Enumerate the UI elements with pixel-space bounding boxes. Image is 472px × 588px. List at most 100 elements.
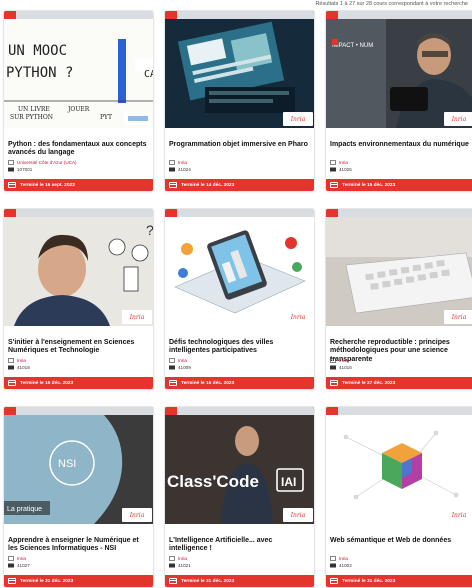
card-top-strip xyxy=(4,11,153,19)
results-count: Résultats 1 à 27 sur 28 cours correspond… xyxy=(315,1,468,7)
course-title: Impacts environnementaux du numérique xyxy=(330,141,469,148)
course-status: Terminé le 31 déc. 2023 xyxy=(4,575,153,587)
calendar-icon xyxy=(169,182,177,188)
image-text: SUR PYTHON xyxy=(10,114,53,121)
image-text: CA xyxy=(144,69,154,80)
course-card[interactable]: Inria Web sémantique et Web de données I… xyxy=(325,406,472,588)
course-code: 41024 xyxy=(178,167,191,172)
image-text: PYT xyxy=(100,114,112,121)
course-status: Terminé le 15 déc. 2023 xyxy=(4,377,153,389)
course-meta: Inria 41024 xyxy=(169,159,310,173)
course-image: ? Inria xyxy=(4,209,154,326)
image-text: JOUER xyxy=(67,106,90,113)
calendar-icon xyxy=(8,380,16,386)
course-code: 107001 xyxy=(17,167,33,172)
course-status-label: Terminé le 15 déc. 2023 xyxy=(181,380,235,386)
course-image: NSI La pratique Inria xyxy=(4,407,153,524)
card-top-strip xyxy=(326,11,472,19)
course-image: Inria xyxy=(165,209,314,326)
course-code: 41025 xyxy=(339,167,352,172)
course-code: 41002 xyxy=(339,563,352,568)
institution-icon xyxy=(8,160,14,165)
course-status-label: Terminé le 27 déc. 2023 xyxy=(342,380,396,386)
card-top-strip xyxy=(4,209,153,217)
course-image: Class'Code IAI Inria xyxy=(165,407,314,524)
course-card[interactable]: IMPACT • NUM Inria Impacts environnement… xyxy=(325,10,472,192)
course-card[interactable]: NSI La pratique Inria Apprendre à enseig… xyxy=(3,406,154,588)
card-top-strip xyxy=(165,11,314,19)
image-text: UN LIVRE xyxy=(18,106,50,113)
course-organization: Inria xyxy=(178,358,187,363)
image-text: IMPACT • NUM xyxy=(332,43,373,49)
course-card[interactable]: Inria Recherche reproductible : principe… xyxy=(325,208,472,390)
calendar-icon xyxy=(330,380,338,386)
image-text: PYTHON ? xyxy=(6,65,73,81)
barcode-icon xyxy=(330,365,336,370)
course-code: 41021 xyxy=(178,563,191,568)
course-card[interactable]: Inria Défis technologiques des villes in… xyxy=(164,208,315,390)
course-card[interactable]: ? Inria S'initier à l'enseignement en Sc… xyxy=(3,208,154,390)
course-meta: Inria 41002 xyxy=(330,555,471,569)
course-status: Terminé le 27 déc. 2023 xyxy=(326,377,472,389)
card-top-strip xyxy=(326,407,472,415)
course-status-label: Terminé le 31 déc. 2023 xyxy=(342,578,396,584)
calendar-icon xyxy=(330,182,338,188)
course-organization: Université Côte d'Azur (UCA) xyxy=(17,160,77,165)
image-text: UN MOOC xyxy=(8,43,67,59)
course-meta: Inria 41009 xyxy=(169,357,310,371)
institution-icon xyxy=(330,160,336,165)
image-text: Class'Code xyxy=(167,472,259,491)
card-top-strip xyxy=(4,407,153,415)
course-card[interactable]: Class'Code IAI Inria L'Intelligence Arti… xyxy=(164,406,315,588)
course-status-label: Terminé le 15 déc. 2023 xyxy=(20,380,74,386)
course-image: Inria xyxy=(165,11,314,128)
course-card[interactable]: UN MOOC PYTHON ? CA UN LIVRE JOUER SUR P… xyxy=(3,10,154,192)
course-organization: Inria xyxy=(339,358,348,363)
image-text: La pratique xyxy=(7,506,42,513)
course-meta: Inria 41021 xyxy=(169,555,310,569)
inria-logo: Inria xyxy=(122,508,152,522)
institution-icon xyxy=(8,556,14,561)
course-title: Défis technologiques des villes intellig… xyxy=(169,339,274,355)
course-card[interactable]: Inria Programmation objet immersive en P… xyxy=(164,10,315,192)
course-code: 41018 xyxy=(17,365,30,370)
card-top-strip xyxy=(165,209,314,217)
calendar-icon xyxy=(169,380,177,386)
calendar-icon xyxy=(330,578,338,584)
inria-logo: Inria xyxy=(122,310,152,324)
course-meta: Université Côte d'Azur (UCA) 107001 xyxy=(8,159,149,173)
barcode-icon xyxy=(330,563,336,568)
inria-logo: Inria xyxy=(444,508,472,522)
course-title: Web sémantique et Web de données xyxy=(330,537,452,544)
card-top-strip xyxy=(165,407,314,415)
course-title: S'initier à l'enseignement en Sciences N… xyxy=(8,339,135,355)
course-status-label: Terminé le 15 déc. 2023 xyxy=(342,182,396,188)
course-status: Terminé le 15 déc. 2023 xyxy=(165,377,314,389)
course-code: 41009 xyxy=(178,365,191,370)
course-grid: UN MOOC PYTHON ? CA UN LIVRE JOUER SUR P… xyxy=(3,10,472,588)
course-organization: Inria xyxy=(178,160,187,165)
barcode-icon xyxy=(330,167,336,172)
course-meta: Inria 41016 xyxy=(330,357,471,371)
inria-logo: Inria xyxy=(283,112,313,126)
image-text: IAI xyxy=(281,475,296,489)
course-title: Python : des fondamentaux aux concepts a… xyxy=(8,141,147,157)
course-organization: Inria xyxy=(17,556,26,561)
course-meta: Inria 41025 xyxy=(330,159,471,173)
institution-icon xyxy=(169,160,175,165)
svg-text:?: ? xyxy=(146,222,154,238)
course-status: Terminé le 31 déc. 2023 xyxy=(326,575,472,587)
inria-logo: Inria xyxy=(444,112,472,126)
course-image: UN MOOC PYTHON ? CA UN LIVRE JOUER SUR P… xyxy=(4,11,154,128)
course-meta: Inria 41018 xyxy=(8,357,149,371)
card-top-strip xyxy=(326,209,472,217)
barcode-icon xyxy=(169,563,175,568)
course-organization: Inria xyxy=(339,556,348,561)
course-status-label: Terminé le 31 déc. 2023 xyxy=(20,578,74,584)
course-title: L'Intelligence Artificielle... avec inte… xyxy=(169,537,273,553)
inria-logo: Inria xyxy=(444,310,472,324)
barcode-icon xyxy=(169,167,175,172)
course-status: Terminé le 16 sept. 2023 xyxy=(4,179,153,191)
barcode-icon xyxy=(169,365,175,370)
course-title: Programmation objet immersive en Pharo xyxy=(169,141,308,148)
